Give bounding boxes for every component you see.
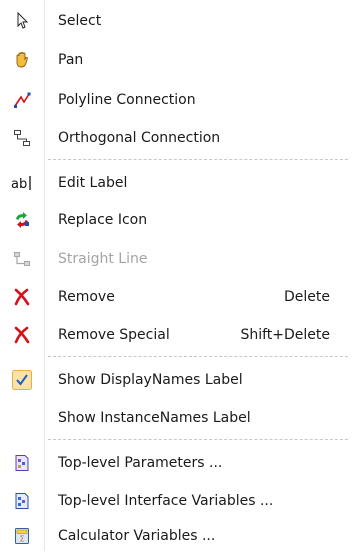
menu-item-show-instancenames-label[interactable]: Show InstanceNames Label [0, 402, 361, 434]
menu-item-label: Show InstanceNames Label [58, 410, 251, 426]
hand-icon [16, 52, 28, 68]
orthogonal-connection-icon [14, 130, 30, 146]
menu-item-shortcut: Shift+Delete [240, 327, 330, 343]
menu-item-remove-special[interactable]: Remove Special Shift+Delete [0, 319, 361, 351]
menu-item-label: Top-level Interface Variables ... [58, 493, 274, 509]
context-menu: Select Pan Polyline Connection Orthogona… [0, 0, 361, 551]
menu-separator [48, 356, 348, 357]
menu-item-replace-icon[interactable]: Replace Icon [0, 204, 361, 236]
menu-item-remove[interactable]: Remove Delete [0, 281, 361, 313]
menu-item-edit-label[interactable]: ab Edit Label [0, 167, 361, 199]
calculator-icon: Σ [15, 528, 29, 544]
menu-item-label: Select [58, 13, 102, 29]
menu-item-label: Show DisplayNames Label [58, 372, 243, 388]
menu-item-show-displaynames-label[interactable]: Show DisplayNames Label [0, 364, 361, 396]
svg-text:Σ: Σ [19, 535, 24, 544]
remove-icon [14, 288, 30, 306]
menu-item-select[interactable]: Select [0, 5, 361, 37]
checkmark-icon [12, 370, 32, 390]
menu-item-label: Remove [58, 289, 115, 305]
menu-item-label: Straight Line [58, 251, 148, 267]
text-cursor-icon: ab [11, 176, 31, 192]
menu-separator [48, 439, 348, 440]
menu-item-top-level-interface-variables[interactable]: Top-level Interface Variables ... [0, 485, 361, 517]
menu-item-label: Top-level Parameters ... [58, 455, 223, 471]
menu-item-label: Pan [58, 52, 84, 68]
menu-item-label: Remove Special [58, 327, 170, 343]
menu-item-label: Polyline Connection [58, 92, 196, 108]
svg-text:ab: ab [11, 177, 27, 192]
menu-item-orthogonal-connection[interactable]: Orthogonal Connection [0, 122, 361, 154]
menu-item-top-level-parameters[interactable]: Top-level Parameters ... [0, 447, 361, 479]
remove-special-icon [14, 326, 30, 344]
menu-item-label: Calculator Variables ... [58, 528, 216, 544]
cursor-arrow-icon [17, 12, 29, 29]
interface-variables-document-icon [15, 493, 29, 509]
straight-line-icon [14, 252, 30, 266]
menu-item-pan[interactable]: Pan [0, 44, 361, 76]
parameters-document-icon [15, 455, 29, 471]
menu-item-label: Orthogonal Connection [58, 130, 221, 146]
menu-item-shortcut: Delete [284, 289, 330, 305]
menu-item-straight-line[interactable]: Straight Line [0, 243, 361, 275]
menu-separator [48, 159, 348, 160]
menu-item-polyline-connection[interactable]: Polyline Connection [0, 84, 361, 116]
polyline-connection-icon [14, 92, 31, 108]
replace-arrows-icon [16, 212, 29, 228]
menu-item-label: Replace Icon [58, 212, 148, 228]
menu-item-label: Edit Label [58, 175, 128, 191]
menu-item-calculator-variables[interactable]: Σ Calculator Variables ... [0, 520, 361, 552]
